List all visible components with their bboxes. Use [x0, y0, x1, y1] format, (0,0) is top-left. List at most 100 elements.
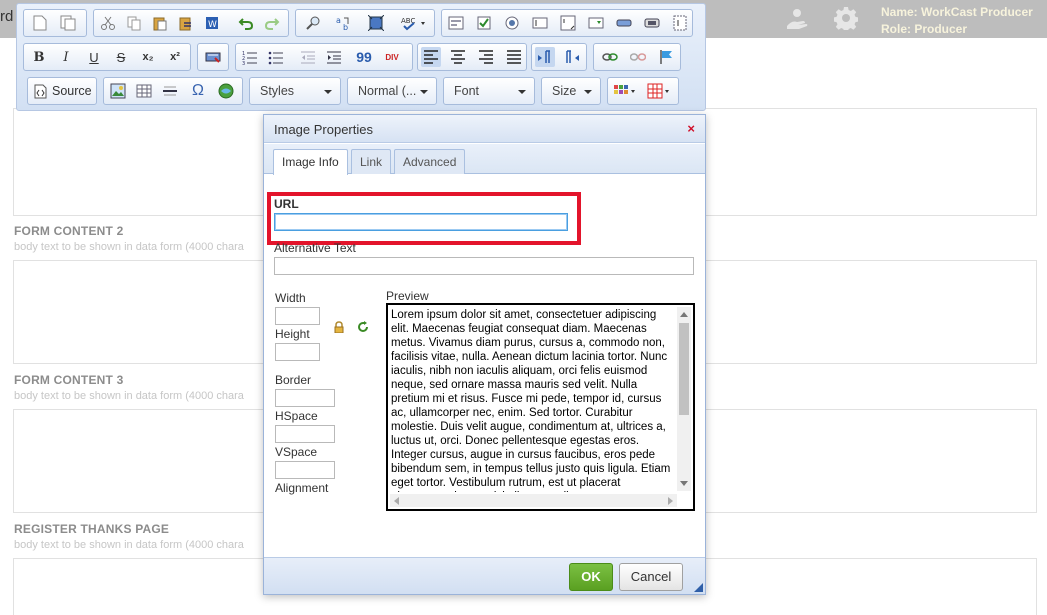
user-hand-icon[interactable] — [784, 6, 810, 32]
rtl-icon[interactable] — [562, 47, 582, 67]
scroll-down-arrow-icon[interactable] — [680, 481, 688, 486]
tab-advanced[interactable]: Advanced — [394, 149, 466, 174]
paste-icon[interactable] — [150, 13, 170, 33]
ltr-icon[interactable] — [535, 47, 555, 67]
templates-icon[interactable] — [58, 13, 78, 33]
blockquote-button[interactable]: 99 — [354, 47, 374, 67]
border-input[interactable] — [275, 389, 335, 407]
format-dropdown-label: Normal (... — [358, 84, 417, 98]
reset-size-icon[interactable] — [357, 321, 369, 333]
spellcheck-icon[interactable]: ABC — [400, 13, 430, 33]
iframe-icon[interactable] — [216, 81, 236, 101]
source-button[interactable]: Source — [27, 77, 97, 105]
scroll-right-arrow-icon[interactable] — [668, 497, 673, 505]
select-all-icon[interactable] — [366, 13, 386, 33]
cancel-button[interactable]: Cancel — [619, 563, 683, 591]
editing-group: ab ABC — [295, 9, 435, 37]
textarea-icon[interactable] — [558, 13, 578, 33]
preview-text: Lorem ipsum dolor sit amet, consectetuer… — [391, 309, 671, 492]
cut-icon[interactable] — [98, 13, 118, 33]
text-color-icon[interactable] — [612, 81, 640, 101]
width-input[interactable] — [275, 307, 320, 325]
hspace-label: HSpace — [275, 409, 318, 423]
subscript-button[interactable]: x₂ — [138, 47, 158, 67]
checkbox-icon[interactable] — [474, 13, 494, 33]
strike-button[interactable]: S — [111, 47, 131, 67]
new-page-icon[interactable] — [30, 13, 50, 33]
size-dropdown[interactable]: Size — [541, 77, 601, 105]
clipboard-group: W — [93, 9, 289, 37]
hidden-field-icon[interactable] — [670, 13, 690, 33]
styles-dropdown[interactable]: Styles — [249, 77, 341, 105]
hspace-input[interactable] — [275, 425, 335, 443]
vspace-input[interactable] — [275, 461, 335, 479]
textfield-icon[interactable] — [530, 13, 550, 33]
ok-button[interactable]: OK — [569, 563, 613, 591]
outdent-icon[interactable] — [298, 47, 318, 67]
resize-grip-icon[interactable] — [694, 583, 703, 592]
paste-text-icon[interactable] — [176, 13, 196, 33]
table-icon[interactable] — [134, 81, 154, 101]
align-center-icon[interactable] — [448, 47, 468, 67]
section-title-form-content-2: FORM CONTENT 2 — [14, 224, 124, 238]
bulleted-list-icon[interactable] — [266, 47, 286, 67]
anchor-icon[interactable] — [656, 47, 676, 67]
superscript-button[interactable]: x² — [165, 47, 185, 67]
dialog-title: Image Properties — [274, 122, 373, 137]
dialog-header[interactable]: Image Properties × — [264, 115, 705, 143]
link-icon[interactable] — [600, 47, 620, 67]
tab-link[interactable]: Link — [351, 149, 392, 174]
table-grid-icon[interactable] — [646, 81, 674, 101]
tab-image-info[interactable]: Image Info — [273, 149, 348, 175]
numbered-list-icon[interactable]: 123 — [240, 47, 260, 67]
justify-icon[interactable] — [504, 47, 524, 67]
form-icon[interactable] — [446, 13, 466, 33]
bold-button[interactable]: B — [29, 47, 49, 67]
width-label: Width — [275, 291, 306, 305]
svg-text:W: W — [208, 20, 217, 30]
copy-icon[interactable] — [124, 13, 144, 33]
styles-dropdown-label: Styles — [260, 84, 295, 98]
radio-icon[interactable] — [502, 13, 522, 33]
close-icon[interactable]: × — [687, 121, 695, 136]
scroll-left-arrow-icon[interactable] — [394, 497, 399, 505]
unlink-icon[interactable] — [628, 47, 648, 67]
align-right-icon[interactable] — [476, 47, 496, 67]
svg-text:3: 3 — [242, 61, 245, 65]
special-char-button[interactable]: Ω — [188, 81, 208, 101]
height-input[interactable] — [275, 343, 320, 361]
lock-ratio-icon[interactable] — [333, 321, 345, 333]
align-left-icon[interactable] — [421, 47, 441, 67]
div-button[interactable]: DIV — [382, 47, 402, 67]
find-icon[interactable] — [304, 13, 324, 33]
gear-icon[interactable] — [834, 6, 858, 30]
image-icon[interactable] — [108, 81, 128, 101]
preview-vertical-scrollbar[interactable] — [677, 307, 691, 491]
italic-button[interactable]: I — [56, 47, 76, 67]
button-field-icon[interactable] — [614, 13, 634, 33]
remove-format-icon[interactable] — [203, 47, 223, 67]
chevron-down-icon — [420, 90, 428, 94]
size-dropdown-label: Size — [552, 84, 577, 98]
redo-icon[interactable] — [262, 13, 282, 33]
preview-pane[interactable]: Lorem ipsum dolor sit amet, consectetuer… — [386, 303, 695, 511]
preview-label: Preview — [386, 289, 429, 303]
format-dropdown[interactable]: Normal (... — [347, 77, 437, 105]
alt-text-input[interactable] — [274, 257, 694, 275]
dialog-footer: OK Cancel — [264, 557, 705, 594]
indent-icon[interactable] — [324, 47, 344, 67]
select-field-icon[interactable] — [586, 13, 606, 33]
font-dropdown[interactable]: Font — [443, 77, 535, 105]
image-button-icon[interactable] — [642, 13, 662, 33]
scroll-thumb[interactable] — [679, 323, 689, 415]
links-group — [593, 43, 681, 71]
undo-icon[interactable] — [236, 13, 256, 33]
horizontal-rule-icon[interactable] — [160, 81, 180, 101]
replace-icon[interactable]: ab — [334, 13, 354, 33]
scroll-up-arrow-icon[interactable] — [680, 312, 688, 317]
url-input[interactable] — [274, 213, 568, 231]
svg-text:b: b — [343, 23, 348, 31]
underline-button[interactable]: U — [84, 47, 104, 67]
paste-word-icon[interactable]: W — [202, 13, 222, 33]
preview-horizontal-scrollbar[interactable] — [390, 494, 677, 507]
